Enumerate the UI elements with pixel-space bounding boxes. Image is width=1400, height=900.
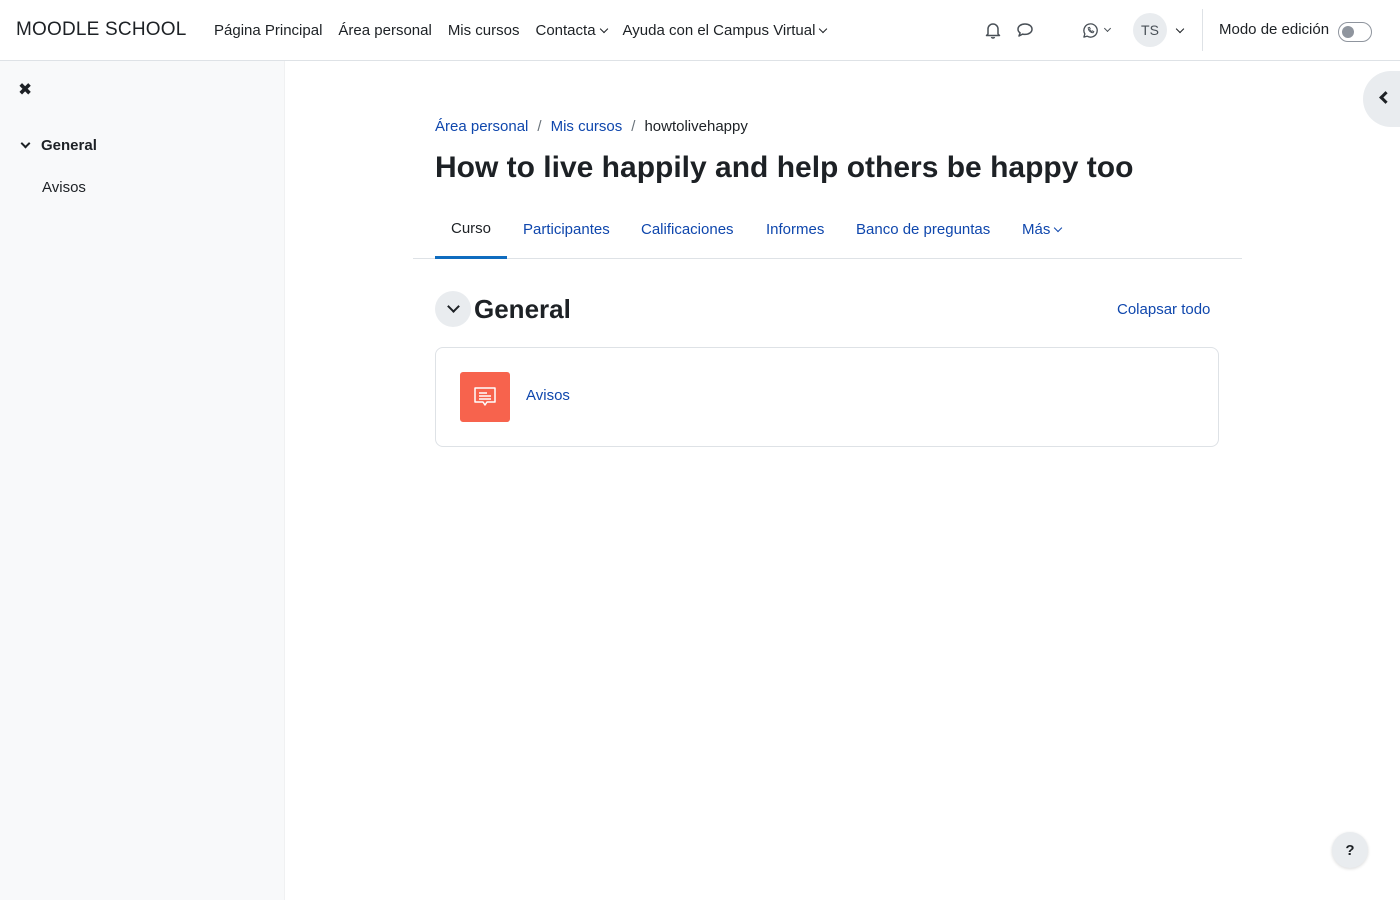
section-title: General: [474, 293, 571, 324]
tab-mas[interactable]: Más: [1006, 200, 1077, 258]
breadcrumb-mis-cursos[interactable]: Mis cursos: [551, 118, 623, 135]
tab-label: Banco de preguntas: [856, 220, 991, 238]
user-menu[interactable]: TS: [1133, 13, 1185, 47]
nav-link-pagina-principal[interactable]: Página Principal: [206, 0, 330, 60]
chevron-down-icon: [1103, 24, 1112, 33]
breadcrumb: Área personal / Mis cursos / howtoliveha…: [435, 118, 748, 135]
course-index-drawer: ✖ General Avisos: [0, 61, 285, 900]
tab-banco-de-preguntas[interactable]: Banco de preguntas: [840, 200, 1006, 258]
nav-dropdown-contacta[interactable]: Contacta: [528, 0, 615, 60]
whatsapp-menu[interactable]: [1082, 19, 1112, 41]
help-button[interactable]: ?: [1332, 832, 1368, 868]
chevron-down-icon: [599, 24, 608, 33]
top-navbar: MOODLE SCHOOL Página Principal Área pers…: [0, 0, 1400, 61]
activity-card-avisos: Avisos: [435, 347, 1219, 447]
drawer-section-label: General: [41, 137, 97, 154]
primary-nav: Página Principal Área personal Mis curso…: [206, 0, 834, 60]
drawer-item-avisos[interactable]: Avisos: [42, 179, 86, 196]
nav-link-area-personal[interactable]: Área personal: [330, 0, 439, 60]
nav-dropdown-ayuda[interactable]: Ayuda con el Campus Virtual: [615, 0, 835, 60]
activity-link-avisos[interactable]: Avisos: [526, 387, 570, 404]
nav-link-label: Página Principal: [214, 21, 323, 39]
tab-label: Más: [1022, 220, 1051, 238]
toggle-knob: [1342, 26, 1354, 38]
nav-link-label: Mis cursos: [447, 21, 520, 39]
site-brand[interactable]: MOODLE SCHOOL: [16, 19, 186, 41]
open-block-drawer-button[interactable]: [1363, 71, 1400, 127]
tab-curso[interactable]: Curso: [435, 200, 507, 259]
chevron-down-icon: [1054, 223, 1063, 232]
tab-label: Curso: [451, 219, 492, 237]
nav-link-label: Área personal: [338, 21, 432, 39]
breadcrumb-current: howtolivehappy: [644, 118, 748, 135]
close-icon[interactable]: ✖: [18, 81, 36, 99]
tab-label: Informes: [766, 220, 825, 238]
breadcrumb-separator: /: [631, 118, 636, 135]
edit-mode-label: Modo de edición: [1219, 21, 1330, 38]
edit-mode-toggle[interactable]: [1338, 22, 1372, 42]
nav-link-mis-cursos[interactable]: Mis cursos: [440, 0, 528, 60]
breadcrumb-area-personal[interactable]: Área personal: [435, 118, 528, 135]
chevron-left-icon: [1379, 91, 1392, 104]
chevron-down-icon: [1175, 24, 1185, 33]
tab-informes[interactable]: Informes: [750, 200, 840, 258]
chevron-down-icon: [819, 24, 828, 33]
whatsapp-icon: [1083, 22, 1098, 38]
avatar: TS: [1133, 13, 1167, 47]
tab-calificaciones[interactable]: Calificaciones: [625, 200, 750, 258]
tab-label: Participantes: [523, 220, 610, 238]
nav-link-label: Ayuda con el Campus Virtual: [622, 21, 816, 39]
nav-link-label: Contacta: [535, 21, 596, 39]
chevron-down-icon: [446, 300, 460, 313]
tab-participantes[interactable]: Participantes: [507, 200, 626, 258]
chat-bubble-icon: [1017, 23, 1033, 37]
collapse-all-link[interactable]: Colapsar todo: [1117, 301, 1210, 318]
bell-icon: [985, 23, 1001, 39]
notifications-button[interactable]: [982, 19, 1004, 41]
section-collapse-button[interactable]: [435, 291, 471, 327]
tab-label: Calificaciones: [641, 220, 734, 238]
navbar-divider: [1202, 9, 1203, 51]
forum-icon[interactable]: [460, 372, 510, 422]
section-header-general: General: [435, 291, 571, 327]
drawer-section-general[interactable]: General: [18, 137, 97, 154]
breadcrumb-separator: /: [537, 118, 542, 135]
chevron-down-icon: [20, 138, 31, 149]
course-tabs: Curso Participantes Calificaciones Infor…: [413, 200, 1242, 259]
messages-button[interactable]: [1014, 19, 1036, 41]
page-title: How to live happily and help others be h…: [435, 151, 1134, 184]
